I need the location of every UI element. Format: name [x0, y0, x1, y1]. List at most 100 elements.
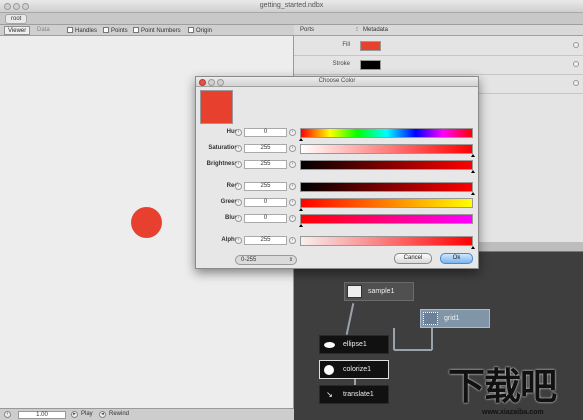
- frame-field[interactable]: 1.00: [18, 411, 66, 419]
- node-grid1[interactable]: grid1: [420, 309, 490, 328]
- node-label: translate1: [343, 391, 374, 398]
- port-menu-icon[interactable]: [573, 61, 579, 67]
- ellipse-icon: [322, 338, 337, 351]
- connection-wire: [394, 349, 432, 351]
- color-preview: [200, 90, 233, 124]
- node-colorize1[interactable]: colorize1: [319, 360, 389, 379]
- node-label: sample1: [368, 288, 395, 295]
- point-numbers-label: Point Numbers: [141, 28, 181, 34]
- rewind-button[interactable]: Rewind: [109, 411, 129, 417]
- play-icon[interactable]: ▸: [71, 411, 78, 418]
- port-row-fill: Fill: [294, 37, 583, 56]
- port-row-stroke: Stroke: [294, 56, 583, 75]
- saturation-row: Saturation ‹ 255 ›: [196, 143, 478, 157]
- alpha-slider-handle[interactable]: [471, 246, 475, 249]
- ports-header: Ports ⁝ Metadata: [294, 25, 583, 36]
- origin-checkbox[interactable]: Origin: [188, 27, 212, 35]
- tab-metadata-icon: ⁝: [356, 27, 358, 33]
- green-slider-handle[interactable]: [299, 208, 303, 211]
- hue-slider[interactable]: [300, 128, 473, 138]
- tab-viewer[interactable]: Viewer: [4, 26, 31, 35]
- red-field[interactable]: 255: [244, 182, 287, 191]
- brightness-row: Brightness ‹ 255 ›: [196, 159, 478, 173]
- port-menu-icon[interactable]: [573, 42, 579, 48]
- connection-wire: [345, 303, 355, 335]
- alpha-increment-button[interactable]: ›: [289, 237, 296, 244]
- tab-data[interactable]: Data: [34, 26, 53, 35]
- play-button[interactable]: Play: [81, 411, 93, 417]
- tab-ports[interactable]: Ports: [300, 26, 314, 35]
- points-label: Points: [111, 28, 128, 34]
- green-decrement-button[interactable]: ‹: [235, 199, 242, 206]
- translate-icon: ↘: [322, 388, 337, 401]
- point-numbers-checkbox[interactable]: Point Numbers: [133, 27, 181, 35]
- alpha-field[interactable]: 255: [244, 236, 287, 245]
- window-title-bar: getting_started.ndbx: [0, 0, 583, 13]
- alpha-slider[interactable]: [300, 236, 473, 246]
- port-menu-icon[interactable]: [573, 80, 579, 86]
- breadcrumb-root[interactable]: root: [5, 14, 28, 24]
- grid-points-icon: [423, 312, 438, 325]
- frame-decrement-button[interactable]: ‹: [4, 411, 11, 418]
- hue-increment-button[interactable]: ›: [289, 129, 296, 136]
- saturation-slider-handle[interactable]: [471, 154, 475, 157]
- red-slider-handle[interactable]: [471, 192, 475, 195]
- node-label: colorize1: [343, 366, 372, 373]
- red-increment-button[interactable]: ›: [289, 183, 296, 190]
- node-label: grid1: [444, 315, 460, 322]
- ellipse-shape: [131, 207, 162, 238]
- window-title: getting_started.ndbx: [259, 2, 324, 9]
- green-increment-button[interactable]: ›: [289, 199, 296, 206]
- brightness-field[interactable]: 255: [244, 160, 287, 169]
- node-translate1[interactable]: ↘ translate1: [319, 385, 389, 404]
- fill-color-swatch[interactable]: [360, 41, 381, 51]
- handles-label: Handles: [75, 28, 98, 34]
- blue-field[interactable]: 0: [244, 214, 287, 223]
- red-row: Red ‹ 255 ›: [196, 181, 478, 195]
- cancel-button[interactable]: Cancel: [394, 253, 432, 264]
- red-decrement-button[interactable]: ‹: [235, 183, 242, 190]
- node-sample1[interactable]: sample1: [344, 282, 414, 301]
- brightness-decrement-button[interactable]: ‹: [235, 161, 242, 168]
- node-label: ellipse1: [343, 341, 367, 348]
- green-slider[interactable]: [300, 198, 473, 208]
- handles-checkbox[interactable]: Handles: [67, 27, 97, 35]
- blue-slider-handle[interactable]: [299, 224, 303, 227]
- hue-row: Hue ‹ 0 ›: [196, 127, 478, 141]
- watermark-text: 下载吧: [448, 365, 557, 408]
- chevron-updown-icon: ⇕: [288, 257, 293, 263]
- brightness-slider[interactable]: [300, 160, 473, 170]
- saturation-decrement-button[interactable]: ‹: [235, 145, 242, 152]
- brightness-slider-handle[interactable]: [471, 170, 475, 173]
- rewind-icon[interactable]: ◂: [99, 411, 106, 418]
- choose-color-dialog: Choose Color Hue ‹ 0 › Saturation ‹ 255 …: [195, 76, 479, 269]
- port-label: Fill: [342, 42, 350, 48]
- alpha-decrement-button[interactable]: ‹: [235, 237, 242, 244]
- blue-increment-button[interactable]: ›: [289, 215, 296, 222]
- hue-field[interactable]: 0: [244, 128, 287, 137]
- blue-slider[interactable]: [300, 214, 473, 224]
- dialog-title-bar: Choose Color: [196, 77, 478, 87]
- brightness-increment-button[interactable]: ›: [289, 161, 296, 168]
- alpha-row: Alpha ‹ 255 ›: [196, 235, 478, 249]
- saturation-label: Saturation: [208, 145, 238, 151]
- checkbox-icon: [188, 27, 194, 33]
- tab-metadata[interactable]: Metadata: [363, 26, 388, 35]
- saturation-slider[interactable]: [300, 144, 473, 154]
- viewer-toolbar: Viewer Data Handles Points Point Numbers…: [0, 25, 294, 36]
- blue-decrement-button[interactable]: ‹: [235, 215, 242, 222]
- stroke-color-swatch[interactable]: [360, 60, 381, 70]
- ok-button[interactable]: Ok: [440, 253, 473, 264]
- points-checkbox[interactable]: Points: [103, 27, 128, 35]
- hue-slider-handle[interactable]: [299, 138, 303, 141]
- brightness-label: Brightness: [206, 161, 238, 167]
- red-slider[interactable]: [300, 182, 473, 192]
- range-select[interactable]: 0-255 ⇕: [235, 255, 297, 265]
- node-ellipse1[interactable]: ellipse1: [319, 335, 389, 354]
- saturation-field[interactable]: 255: [244, 144, 287, 153]
- hue-decrement-button[interactable]: ‹: [235, 129, 242, 136]
- blue-row: Blue ‹ 0 ›: [196, 213, 478, 227]
- green-field[interactable]: 0: [244, 198, 287, 207]
- dialog-title: Choose Color: [318, 78, 356, 84]
- saturation-increment-button[interactable]: ›: [289, 145, 296, 152]
